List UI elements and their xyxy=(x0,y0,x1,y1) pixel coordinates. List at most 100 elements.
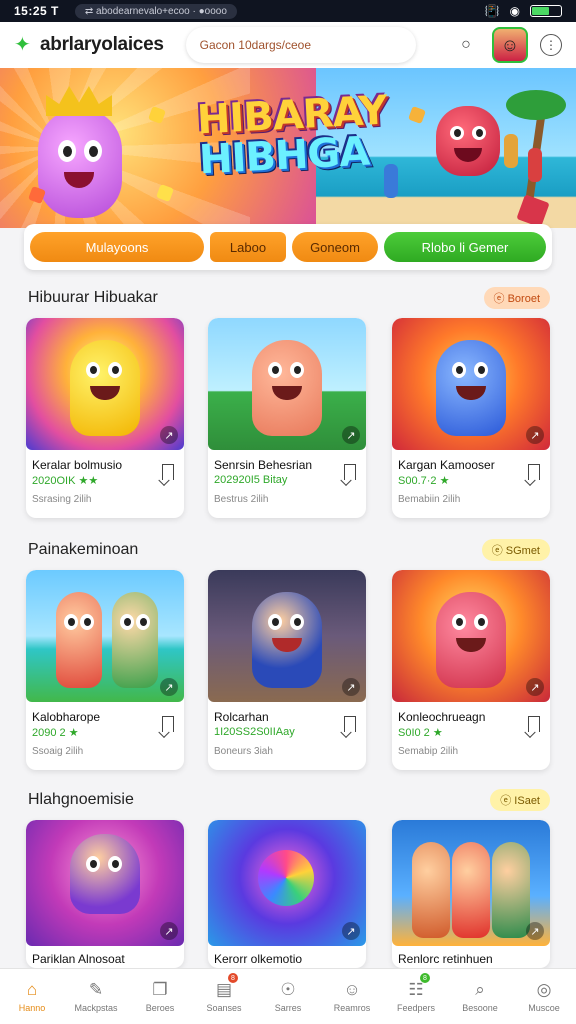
game-rating: 2090 2 ★ xyxy=(32,727,79,739)
nav-label: Muscoe xyxy=(528,1003,560,1013)
expand-icon[interactable]: ↗ xyxy=(160,426,178,444)
nav-item-2[interactable]: ✎ Mackpstas xyxy=(64,969,128,1024)
brand-name[interactable]: abrlaryolaices xyxy=(40,34,164,56)
feed-icon: ☷ xyxy=(408,980,424,999)
game-card[interactable]: ↗ Senrsin Behesrian 202920I5 Bitay Bestr… xyxy=(208,318,366,518)
game-title: Konleochrueagn xyxy=(398,710,486,724)
nav-item-8[interactable]: ⌕ Besoone xyxy=(448,969,512,1024)
section-more-badge[interactable]: ⓔ Boroet xyxy=(483,287,550,309)
category-filter-bar: Mulayoons Laboo Goneom Rlobo li Gemer xyxy=(24,224,552,270)
section-more-badge[interactable]: ⓔ SGmet xyxy=(481,539,550,561)
expand-icon[interactable]: ↗ xyxy=(526,426,544,444)
bookmark-icon: ❐ xyxy=(152,980,168,999)
section-title: Painakeminoan xyxy=(28,541,139,558)
game-title: Pariklan Alnosoat xyxy=(32,952,125,966)
game-card[interactable]: ↗ Keralar bolmusio 2020OIK ★★ Ssrasing 2… xyxy=(26,318,184,518)
game-rating: S00.7·2 ★ xyxy=(398,475,450,487)
hero-banner[interactable]: HIBARAY HIBHGA xyxy=(0,68,576,228)
bookmark-icon[interactable] xyxy=(528,716,540,732)
game-title: Senrsin Behesrian xyxy=(214,458,313,472)
search-icon: ⌕ xyxy=(475,980,485,999)
game-meta: Bemabiin 2ilih xyxy=(398,494,461,505)
gamepad-icon: ◎ xyxy=(536,980,552,999)
url-pill[interactable]: ⇄ abodearnevalo+ecoo · ●oooo xyxy=(74,3,237,19)
nav-label: Soanses xyxy=(206,1003,242,1013)
filter-chip-3[interactable]: Goneom xyxy=(292,232,378,262)
game-meta: Ssoaig 2ilih xyxy=(32,746,84,757)
game-card[interactable]: ↗ Kargan Kamooser S00.7·2 ★ Bemabiin 2il… xyxy=(392,318,550,518)
home-icon: ⌂ xyxy=(26,980,38,999)
filter-chip-2[interactable]: Laboo xyxy=(210,232,286,262)
expand-icon[interactable]: ↗ xyxy=(342,678,360,696)
nav-item-4[interactable]: ▤ 8 Soanses xyxy=(192,969,256,1024)
pen-icon: ✎ xyxy=(88,980,104,999)
app-header: ✦ abrlaryolaices Gacon 10dargs/ceoe ○ ☺ … xyxy=(0,22,576,68)
hero-mascot-pink xyxy=(38,86,122,218)
compass-icon: ☉ xyxy=(280,980,296,999)
expand-icon[interactable]: ↗ xyxy=(342,426,360,444)
game-thumbnail: ↗ xyxy=(208,318,366,450)
filter-chip-4[interactable]: Rlobo li Gemer xyxy=(384,232,546,262)
notification-bell-icon[interactable]: ○ xyxy=(452,31,480,59)
game-card[interactable]: ↗ Kalobharope 2090 2 ★ Ssoaig 2ilih xyxy=(26,570,184,770)
settings-icon[interactable]: ⋮ xyxy=(540,34,562,56)
bookmark-icon[interactable] xyxy=(344,716,356,732)
game-meta: Bestrus 2ilih xyxy=(214,494,269,505)
search-text: Gacon 10dargs/ceoe xyxy=(199,38,312,52)
game-rating: 202920I5 Bitay xyxy=(214,474,288,486)
game-title: Kargan Kamooser xyxy=(398,458,495,472)
game-thumbnail: ↗ xyxy=(208,820,366,946)
bookmark-icon[interactable] xyxy=(162,464,174,480)
profile-avatar[interactable]: ☺ xyxy=(492,27,528,63)
game-rating: 2020OIK ★★ xyxy=(32,475,99,487)
game-card[interactable]: ↗ Renlorc retinhuen xyxy=(392,820,550,968)
expand-icon[interactable]: ↗ xyxy=(526,922,544,940)
game-card[interactable]: ↗ Konleochrueagn S0I0 2 ★ Semabip 2ilih xyxy=(392,570,550,770)
game-meta: Boneurs 3iah xyxy=(214,746,273,757)
bottom-navigation: ⌂ Hanno ✎ Mackpstas ❐ Beroes ▤ 8 Soanses… xyxy=(0,968,576,1024)
nav-label: Reamros xyxy=(333,1003,371,1013)
game-title: Rolcarhan xyxy=(214,710,269,724)
nav-label: Hanno xyxy=(18,1003,46,1013)
game-title: Kalobharope xyxy=(32,710,101,724)
nav-label: Mackpstas xyxy=(74,1003,118,1013)
nav-item-3[interactable]: ❐ Beroes xyxy=(128,969,192,1024)
nav-home[interactable]: ⌂ Hanno xyxy=(0,969,64,1024)
filter-chip-1[interactable]: Mulayoons xyxy=(30,232,204,262)
game-thumbnail: ↗ xyxy=(26,570,184,702)
nav-label: Sarres xyxy=(274,1003,302,1013)
clock: 15:25 T xyxy=(14,4,59,18)
expand-icon[interactable]: ↗ xyxy=(160,678,178,696)
brand-logo-icon: ✦ xyxy=(14,34,31,56)
hero-mascot-red xyxy=(436,106,500,176)
hero-title: HIBARAY HIBHGA xyxy=(196,88,388,184)
bookmark-icon[interactable] xyxy=(162,716,174,732)
game-thumbnail: ↗ xyxy=(26,318,184,450)
game-title: Keralar bolmusio xyxy=(32,458,123,472)
user-icon: ☺ xyxy=(343,980,361,999)
nav-item-7[interactable]: ☷ 8 Feedpers xyxy=(384,969,448,1024)
game-meta: Semabip 2ilih xyxy=(398,746,459,757)
nav-label: Besoone xyxy=(462,1003,498,1013)
section-more-badge[interactable]: ⓔ ISaet xyxy=(490,789,550,811)
game-card[interactable]: ↗ Rolcarhan 1I20SS2S0IIAay Boneurs 3iah xyxy=(208,570,366,770)
bookmark-icon[interactable] xyxy=(528,464,540,480)
nav-item-5[interactable]: ☉ Sarres xyxy=(256,969,320,1024)
notification-badge: 8 xyxy=(420,973,430,983)
status-bar: 15:25 T ⇄ abodearnevalo+ecoo · ●oooo 📳 ◉ xyxy=(0,0,576,22)
nav-label: Beroes xyxy=(145,1003,175,1013)
notification-badge: 8 xyxy=(228,973,238,983)
search-input[interactable]: Gacon 10dargs/ceoe xyxy=(185,27,416,63)
game-thumbnail: ↗ xyxy=(392,820,550,946)
expand-icon[interactable]: ↗ xyxy=(342,922,360,940)
game-meta: Ssrasing 2ilih xyxy=(32,494,92,505)
expand-icon[interactable]: ↗ xyxy=(526,678,544,696)
bookmark-icon[interactable] xyxy=(344,464,356,480)
game-title: Renlorc retinhuen xyxy=(398,952,493,966)
nav-item-9[interactable]: ◎ Muscoe xyxy=(512,969,576,1024)
nav-item-6[interactable]: ☺ Reamros xyxy=(320,969,384,1024)
section-title: Hlahgnoemisie xyxy=(28,791,134,808)
expand-icon[interactable]: ↗ xyxy=(160,922,178,940)
game-card[interactable]: ↗ Kerorr olkemotio xyxy=(208,820,366,968)
game-card[interactable]: ↗ Pariklan Alnosoat xyxy=(26,820,184,968)
